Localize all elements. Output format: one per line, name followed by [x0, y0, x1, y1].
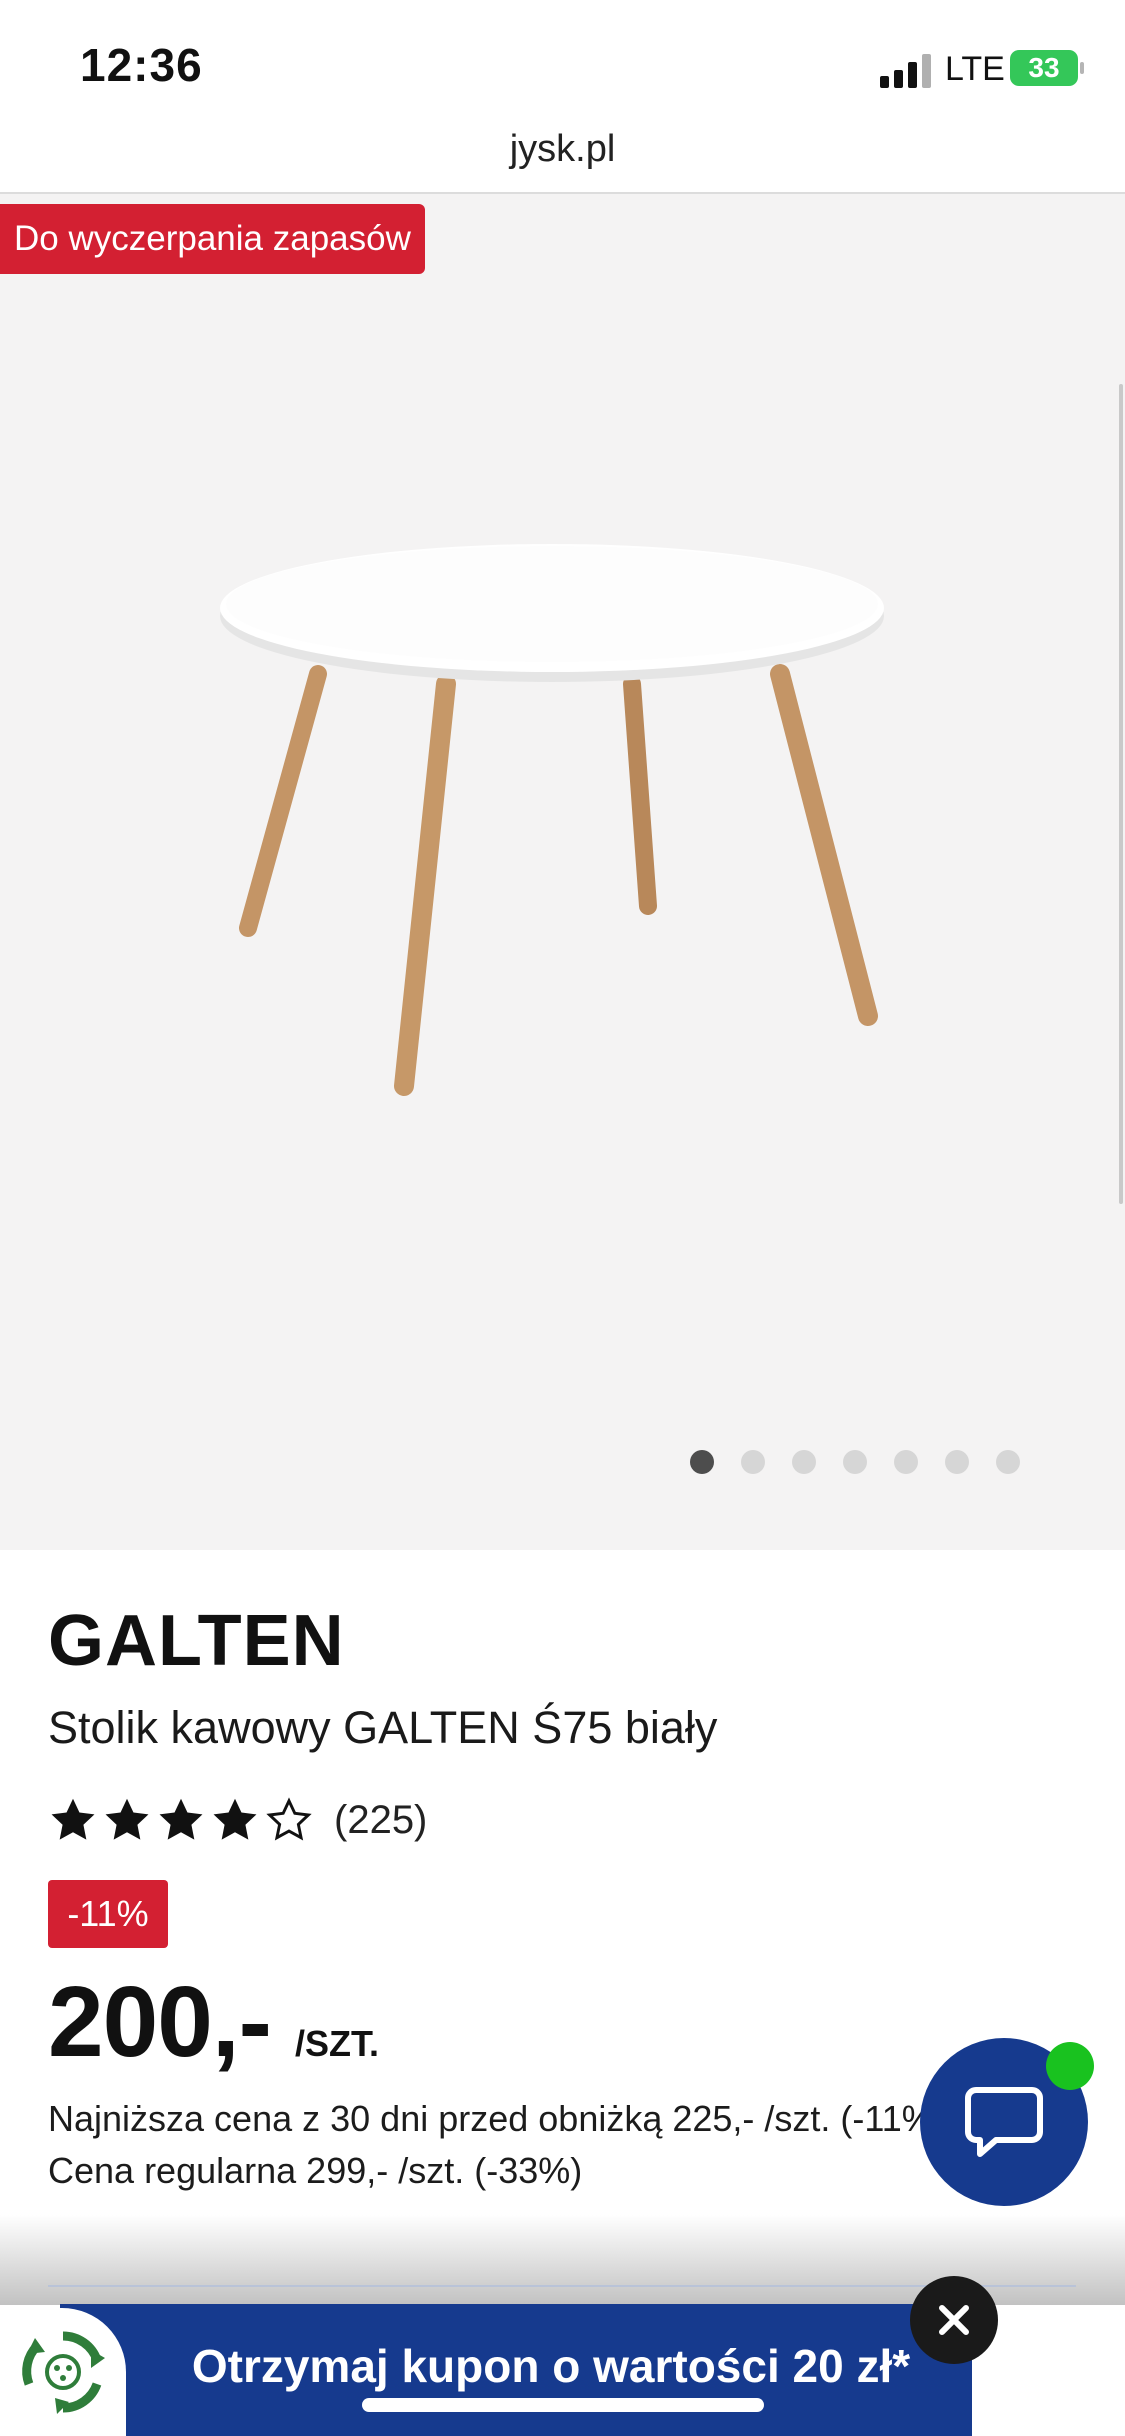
coupon-banner[interactable]: Otrzymaj kupon o wartości 20 zł* — [60, 2304, 972, 2436]
browser-url[interactable]: jysk.pl — [0, 128, 1125, 171]
stock-badge: Do wyczerpania zapasów — [0, 204, 425, 274]
discount-badge: -11% — [48, 1880, 168, 1948]
recycle-icon — [22, 2331, 105, 2414]
product-gallery[interactable]: Do wyczerpania zapasów — [0, 194, 1125, 1550]
product-title: Stolik kawowy GALTEN Ś75 biały — [48, 1702, 718, 1753]
price-unit: /SZT. — [294, 2023, 379, 2064]
section-divider — [48, 2285, 1076, 2287]
price-row: 200,- /SZT. — [48, 1965, 379, 2080]
home-indicator[interactable] — [362, 2398, 764, 2412]
regular-price-note: Cena regularna 299,- /szt. (-33%) — [48, 2150, 583, 2191]
status-time: 12:36 — [80, 39, 203, 91]
star-filled-icon — [213, 1798, 257, 1840]
lowest-price-note: Najniższa cena z 30 dni przed obniżką 22… — [48, 2098, 928, 2139]
rating[interactable]: (225) — [48, 1795, 427, 1845]
gallery-dot[interactable] — [996, 1450, 1020, 1474]
star-empty-icon — [266, 1797, 312, 1841]
coupon-text: Otrzymaj kupon o wartości 20 zł* — [191, 2340, 911, 2392]
close-icon — [939, 2305, 969, 2335]
battery-charging-icon: 33 — [1010, 50, 1084, 86]
online-status-dot — [1046, 2042, 1094, 2090]
page: 12:36 LTE 33 jysk.pl Do wyczerpania zapa… — [0, 0, 1125, 2436]
recycle-badge[interactable] — [0, 2308, 126, 2436]
chat-button[interactable] — [920, 2038, 1094, 2206]
star-filled-icon — [51, 1798, 95, 1840]
chat-bubble-icon — [965, 2087, 1043, 2157]
gallery-dot[interactable] — [843, 1450, 867, 1474]
product-brand: GALTEN — [48, 1601, 345, 1681]
gallery-pagination — [690, 1450, 1020, 1474]
price: 200,- — [48, 1966, 272, 2078]
status-bar: 12:36 LTE 33 — [0, 0, 1125, 135]
gallery-dot-active[interactable] — [690, 1450, 714, 1474]
gallery-dot[interactable] — [945, 1450, 969, 1474]
product-image[interactable] — [200, 514, 920, 1114]
gallery-dot[interactable] — [741, 1450, 765, 1474]
close-banner-button[interactable] — [910, 2276, 998, 2364]
signal-icon — [880, 52, 932, 88]
battery-level: 33 — [1028, 52, 1060, 83]
star-filled-icon — [159, 1798, 203, 1840]
review-count[interactable]: (225) — [334, 1798, 427, 1843]
gallery-scrollbar[interactable] — [1119, 384, 1123, 1204]
gallery-dot[interactable] — [894, 1450, 918, 1474]
network-label: LTE — [945, 50, 1005, 88]
gallery-dot[interactable] — [792, 1450, 816, 1474]
star-filled-icon — [105, 1798, 149, 1840]
